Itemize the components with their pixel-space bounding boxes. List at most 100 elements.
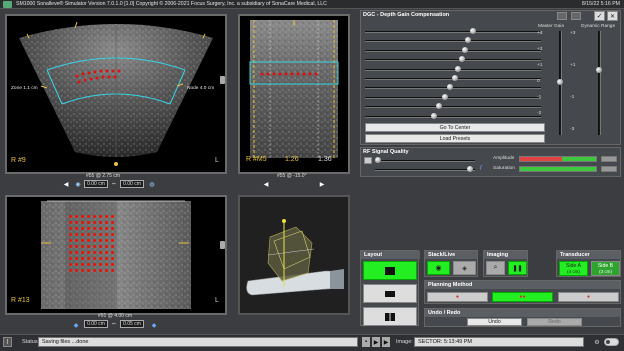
window-title: SM1000 Sonalleve® Simulator Version 7.0.… (16, 1, 327, 7)
reset-icon[interactable]: ◉ (74, 180, 82, 188)
window-restore-button[interactable] (571, 12, 581, 20)
dgc-slider-knob[interactable] (446, 84, 453, 91)
master-gain-knob[interactable] (557, 79, 563, 85)
rf-slider-1-knob[interactable] (375, 157, 381, 163)
saturation-meter (519, 166, 597, 172)
dgc-slider-7[interactable] (365, 84, 545, 92)
rf-toggle-icon[interactable] (364, 157, 372, 164)
layout-grid-button[interactable] (363, 307, 417, 326)
rf-slider-2[interactable] (375, 169, 475, 171)
transducer-title: Transducer (557, 251, 620, 259)
load-presets-button[interactable]: Load Presets (365, 134, 545, 143)
dgc-slider-5[interactable] (365, 65, 545, 74)
save-icon[interactable]: ▪ (362, 337, 370, 347)
power-toggle[interactable] (604, 338, 619, 346)
planning-method-b-button[interactable]: ●● (492, 292, 553, 302)
dgc-slider-knob[interactable] (455, 65, 462, 72)
redo-button[interactable]: Redo (527, 318, 582, 326)
scroll-handle[interactable] (220, 241, 225, 249)
dgc-slider-10[interactable] (365, 112, 545, 121)
swap-icon[interactable]: ⇔ (110, 180, 118, 188)
media-icon[interactable]: ▶ (372, 337, 380, 347)
rf-slider-1[interactable] (375, 160, 475, 162)
dgc-slider-knob[interactable] (441, 93, 448, 100)
layout-panel: Layout (360, 250, 420, 326)
confirm-button[interactable]: ✓ (594, 11, 605, 21)
undo-redo-title: Undo / Redo (425, 309, 620, 317)
dgc-slider-track[interactable] (365, 106, 541, 109)
dgc-slider-knob[interactable] (458, 56, 465, 63)
dgc-slider-2[interactable] (365, 37, 545, 45)
dgc-slider-track[interactable] (365, 49, 541, 52)
offset-left-field[interactable]: 0.00 cm (84, 180, 108, 188)
wifi-icon[interactable]: ◆ (72, 321, 80, 329)
dgc-slider-track[interactable] (365, 115, 541, 118)
dgc-slider-track[interactable] (365, 31, 541, 33)
window-min-button[interactable] (557, 12, 567, 20)
amplitude-label: Amplitude (493, 156, 515, 161)
rf-slider-2-knob[interactable] (467, 166, 473, 172)
node-label: Node 4.0 cm (187, 86, 215, 91)
orientation-left-marker: R #9 (11, 157, 26, 164)
dgc-slider-knob[interactable] (436, 103, 443, 110)
scroll-handle[interactable] (220, 76, 225, 84)
planning-method-c-button[interactable]: ● (558, 292, 619, 302)
layout-dual-button[interactable] (363, 284, 417, 303)
rotate-right-icon[interactable]: ◍ (148, 180, 156, 188)
swap-icon[interactable]: ⇔ (110, 320, 118, 328)
signal-icon[interactable]: ◆ (150, 321, 158, 329)
info-icon[interactable]: ƒ (478, 165, 484, 171)
dgc-slider-track[interactable] (365, 68, 541, 71)
next-media-icon[interactable]: ▶ (382, 337, 390, 347)
dgc-slider-knob[interactable] (431, 112, 438, 119)
dgc-slider-8[interactable] (365, 93, 545, 102)
side-b-button[interactable]: Side B (3 cm) (591, 261, 620, 276)
dgc-slider-track[interactable] (365, 40, 541, 43)
status-label: Status: (22, 339, 40, 345)
dgc-slider-3[interactable] (365, 46, 545, 55)
saturation-value (601, 166, 617, 172)
dgc-slider-track[interactable] (365, 96, 541, 99)
dynamic-range-track[interactable] (598, 31, 601, 135)
dgc-slider-1[interactable] (365, 28, 545, 36)
dgc-slider-knob[interactable] (461, 46, 468, 53)
dgc-slider-track[interactable] (365, 59, 541, 62)
dgc-slider-track[interactable] (365, 87, 541, 90)
menu-button[interactable]: | (3, 337, 12, 347)
stack-button[interactable]: ◉ (427, 261, 450, 275)
rotate-left-icon[interactable]: ◀ (62, 180, 70, 188)
undo-redo-panel: Undo / Redo Undo Redo (424, 308, 621, 327)
offset-left-field[interactable]: 0.00 cm (84, 320, 108, 328)
settings-gear-icon[interactable]: ⚙ (592, 337, 602, 347)
rf-title: RF Signal Quality (363, 149, 409, 155)
app-icon (3, 1, 12, 8)
planning-method-a-button[interactable]: ● (427, 292, 488, 302)
layout-quad-button[interactable] (363, 261, 417, 280)
dynamic-range-knob[interactable] (596, 67, 602, 73)
dgc-panel: DGC - Depth Gain Compensation ✓ ✕ Master… (360, 10, 621, 145)
status-text: Saving files ...done (38, 337, 358, 347)
undo-button[interactable]: Undo (467, 318, 522, 326)
treatment-points (69, 215, 117, 279)
go-to-center-button[interactable]: Go To Center (365, 123, 545, 132)
linear-view[interactable]: R #M5 1.26 1.36 (238, 14, 350, 174)
planning-view[interactable]: R #13 L (5, 195, 227, 315)
next-icon[interactable]: ▶ (318, 180, 326, 188)
prev-icon[interactable]: ◀ (262, 180, 270, 188)
stack-live-panel: Stack/Live ◉ ◈ (424, 250, 478, 277)
sector-view[interactable]: Zone 1.1 cm Node 4.0 cm R #9 L (5, 14, 227, 174)
dgc-slider-9[interactable] (365, 103, 545, 111)
dgc-slider-4[interactable] (365, 56, 545, 64)
pause-button[interactable]: ❚❚ (508, 261, 527, 275)
offset-right-field[interactable]: 0.05 cm (120, 320, 144, 328)
live-button[interactable]: ◈ (453, 261, 476, 275)
dgc-slider-6[interactable] (365, 75, 545, 83)
dgc-slider-knob[interactable] (465, 37, 472, 44)
dgc-slider-knob[interactable] (451, 75, 458, 81)
dgc-slider-knob[interactable] (470, 28, 477, 34)
3d-view[interactable] (238, 195, 350, 315)
imaging-search-button[interactable]: ⌕ (486, 261, 505, 275)
close-panel-button[interactable]: ✕ (607, 11, 618, 21)
offset-right-field[interactable]: 0.00 cm (120, 180, 144, 188)
side-a-button[interactable]: Side A (4 cm) (559, 261, 588, 276)
